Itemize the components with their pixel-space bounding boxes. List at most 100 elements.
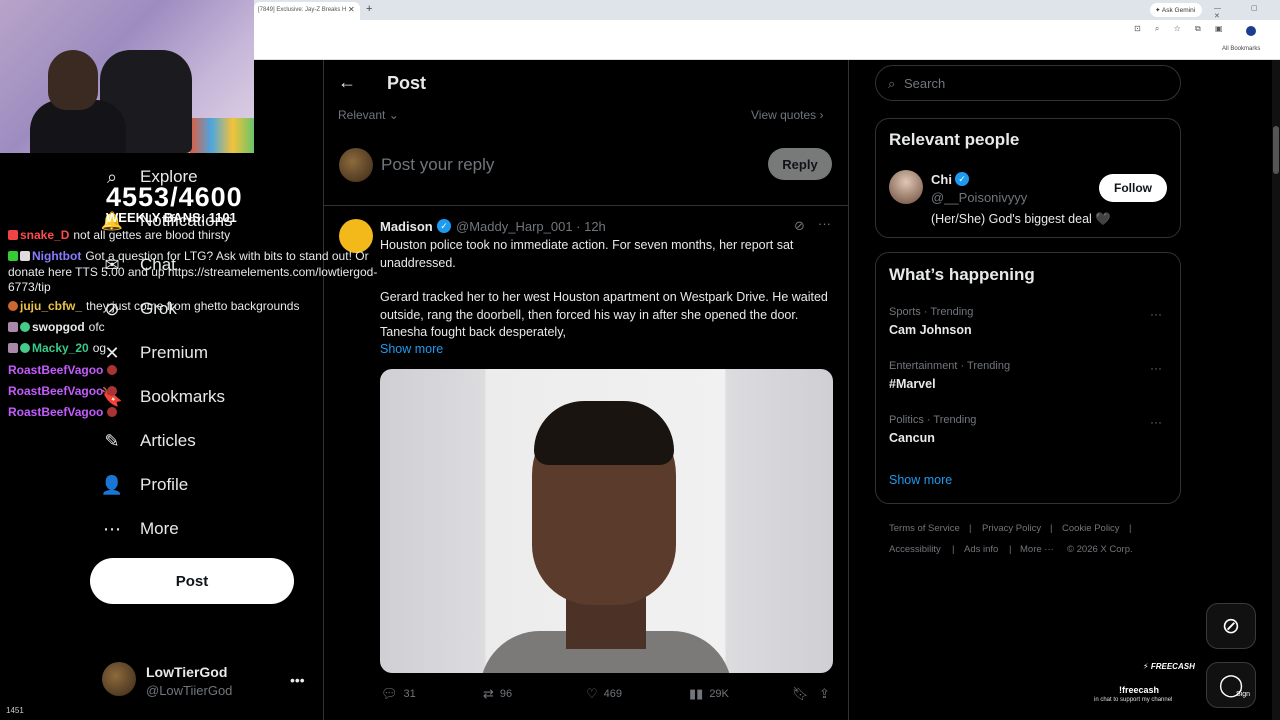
nav-label: Bookmarks <box>140 387 226 406</box>
search-placeholder: Search <box>904 76 946 91</box>
sign-label: Sign <box>1236 691 1251 698</box>
account-handle[interactable]: @LowTiierGod <box>146 683 232 698</box>
reply-input[interactable]: Post your reply <box>381 155 494 175</box>
all-bookmarks-link[interactable]: All Bookmarks <box>1222 46 1260 52</box>
trend-category: Politics · Trending <box>889 414 977 426</box>
nav-articles[interactable]: ✎ Articles <box>100 427 196 455</box>
chat-badge-icon <box>20 251 30 261</box>
tweet-author-name[interactable]: Madison <box>380 219 433 234</box>
show-more-link[interactable]: Show more <box>380 342 443 356</box>
profile-avatar-icon[interactable] <box>1246 26 1256 36</box>
reply-button[interactable]: Reply <box>768 148 832 180</box>
views-action[interactable]: ▮▮ 29K <box>689 686 729 702</box>
messages-fab-icon[interactable]: ◯ <box>1206 662 1256 708</box>
avatar[interactable] <box>102 662 136 696</box>
tweet-author-avatar[interactable] <box>339 219 373 253</box>
tweet-image[interactable] <box>380 369 833 673</box>
grok-icon[interactable]: ⊘ <box>794 218 805 234</box>
ask-gemini-button[interactable]: ✦ Ask Gemini <box>1150 3 1202 17</box>
chat-message: RoastBeefVagoo <box>8 363 119 377</box>
stream-counter: 4553/4600 <box>106 182 243 212</box>
view-count: 29K <box>709 688 729 700</box>
footer-link-cookie[interactable]: Cookie Policy <box>1062 523 1120 534</box>
avatar[interactable] <box>889 170 923 204</box>
chat-badge-icon <box>8 251 18 261</box>
repost-action[interactable]: ⇄ 96 <box>483 686 512 702</box>
more-options-icon[interactable]: ··· <box>1150 415 1162 429</box>
more-options-icon[interactable]: ··· <box>1150 307 1162 321</box>
trend-item[interactable]: #Marvel <box>889 377 936 391</box>
account-menu-icon[interactable]: ••• <box>290 672 305 688</box>
tweet-handle-time[interactable]: @Maddy_Harp_001 · 12h <box>456 219 606 234</box>
chat-message: Nightbot Got a question for LTG? Ask with… <box>8 249 388 296</box>
person-handle[interactable]: @__Poisonivyyy <box>931 190 1027 205</box>
sort-dropdown[interactable]: Relevant ⌄ <box>338 108 399 122</box>
more-options-icon[interactable]: ··· <box>818 216 831 231</box>
show-more-link[interactable]: Show more <box>889 473 952 487</box>
footer-separator: | <box>952 544 955 555</box>
reply-action[interactable]: 💬︎ 31 <box>381 686 416 702</box>
footer-link-accessibility[interactable]: Accessibility <box>889 544 941 555</box>
grok-fab-icon[interactable]: ⊘ <box>1206 603 1256 649</box>
address-bar-icons[interactable]: ⊡ ⌕ ☆ ⧉ ▣ <box>1134 24 1229 34</box>
nav-more[interactable]: ⋯ More <box>100 515 179 543</box>
footer-link-terms[interactable]: Terms of Service <box>889 523 960 534</box>
person-bio: (Her/She) God's biggest deal 🖤 <box>931 212 1111 226</box>
address-bar[interactable] <box>254 20 1280 42</box>
back-arrow-icon[interactable]: ← <box>338 72 356 93</box>
browser-tab[interactable]: [7849] Exclusive: Jay-Z Breaks H <box>254 2 360 20</box>
share-icon: ⇪ <box>819 686 830 701</box>
freecash-subtitle: in chat to support my channel <box>1094 697 1173 703</box>
bookmark-action[interactable]: 🔖︎ <box>792 686 809 702</box>
footer-link-privacy[interactable]: Privacy Policy <box>982 523 1041 534</box>
like-count: 469 <box>603 688 623 700</box>
trend-item[interactable]: Cam Johnson <box>889 323 972 337</box>
follow-button[interactable]: Follow <box>1099 174 1167 202</box>
webcam-overlay <box>0 0 254 153</box>
footer-link-ads-info[interactable]: Ads info <box>964 544 998 555</box>
bookmarks-bar <box>254 42 1280 60</box>
chat-message: RoastBeefVagoo <box>8 384 119 398</box>
chat-badge-icon <box>20 322 30 332</box>
chat-username: RoastBeefVagoo <box>8 405 104 419</box>
nav-profile[interactable]: 👤 Profile <box>100 471 188 499</box>
divider <box>323 205 849 206</box>
tab-close-icon[interactable]: ✕ <box>348 5 355 14</box>
footer-separator: | <box>1009 544 1012 555</box>
chat-text: og <box>92 341 107 355</box>
scrollbar-thumb[interactable] <box>1273 126 1279 174</box>
account-name[interactable]: LowTierGod <box>146 664 227 680</box>
share-action[interactable]: ⇪ <box>819 686 830 702</box>
nav-label: Profile <box>140 475 189 494</box>
window-controls[interactable]: — ▢ ✕ <box>1214 4 1280 20</box>
chat-badge-icon <box>8 301 18 311</box>
bookmark-icon: 🔖︎ <box>792 686 809 701</box>
like-action[interactable]: ♡ 469 <box>586 686 622 702</box>
post-button[interactable]: Post <box>90 558 294 604</box>
chat-text: not all gettes are blood thirsty <box>73 228 231 242</box>
person-name[interactable]: Chi <box>931 172 952 187</box>
whats-happening-title: What’s happening <box>889 265 1035 284</box>
reply-icon: 💬︎ <box>381 686 398 701</box>
article-icon: ✎ <box>104 430 120 451</box>
trend-item[interactable]: Cancun <box>889 431 935 445</box>
more-options-icon[interactable]: ··· <box>1150 361 1162 375</box>
chat-text: 6773/tip <box>8 280 51 294</box>
chat-badge-icon <box>8 343 18 353</box>
chat-message: swopgod ofc <box>8 320 105 334</box>
trend-category: Sports · Trending <box>889 306 974 318</box>
chat-message: Macky_20 og <box>8 341 106 355</box>
chat-username: RoastBeefVagoo <box>8 384 104 398</box>
verified-badge-icon: ✓ <box>955 172 969 186</box>
nav-label: Articles <box>140 431 196 450</box>
view-quotes-link[interactable]: View quotes › <box>751 108 824 122</box>
new-tab-button[interactable]: + <box>366 3 372 15</box>
tweet-text-paragraph: Gerard tracked her to her west Houston a… <box>380 290 828 339</box>
chat-badge-icon <box>8 322 18 332</box>
footer-link-more[interactable]: More ··· <box>1020 544 1054 555</box>
reply-count: 31 <box>403 688 416 700</box>
tweet-text-paragraph: Houston police took no immediate action.… <box>380 238 794 270</box>
chat-username: RoastBeefVagoo <box>8 363 104 377</box>
nav-label: Premium <box>140 343 209 362</box>
footer-separator: | <box>969 523 972 534</box>
